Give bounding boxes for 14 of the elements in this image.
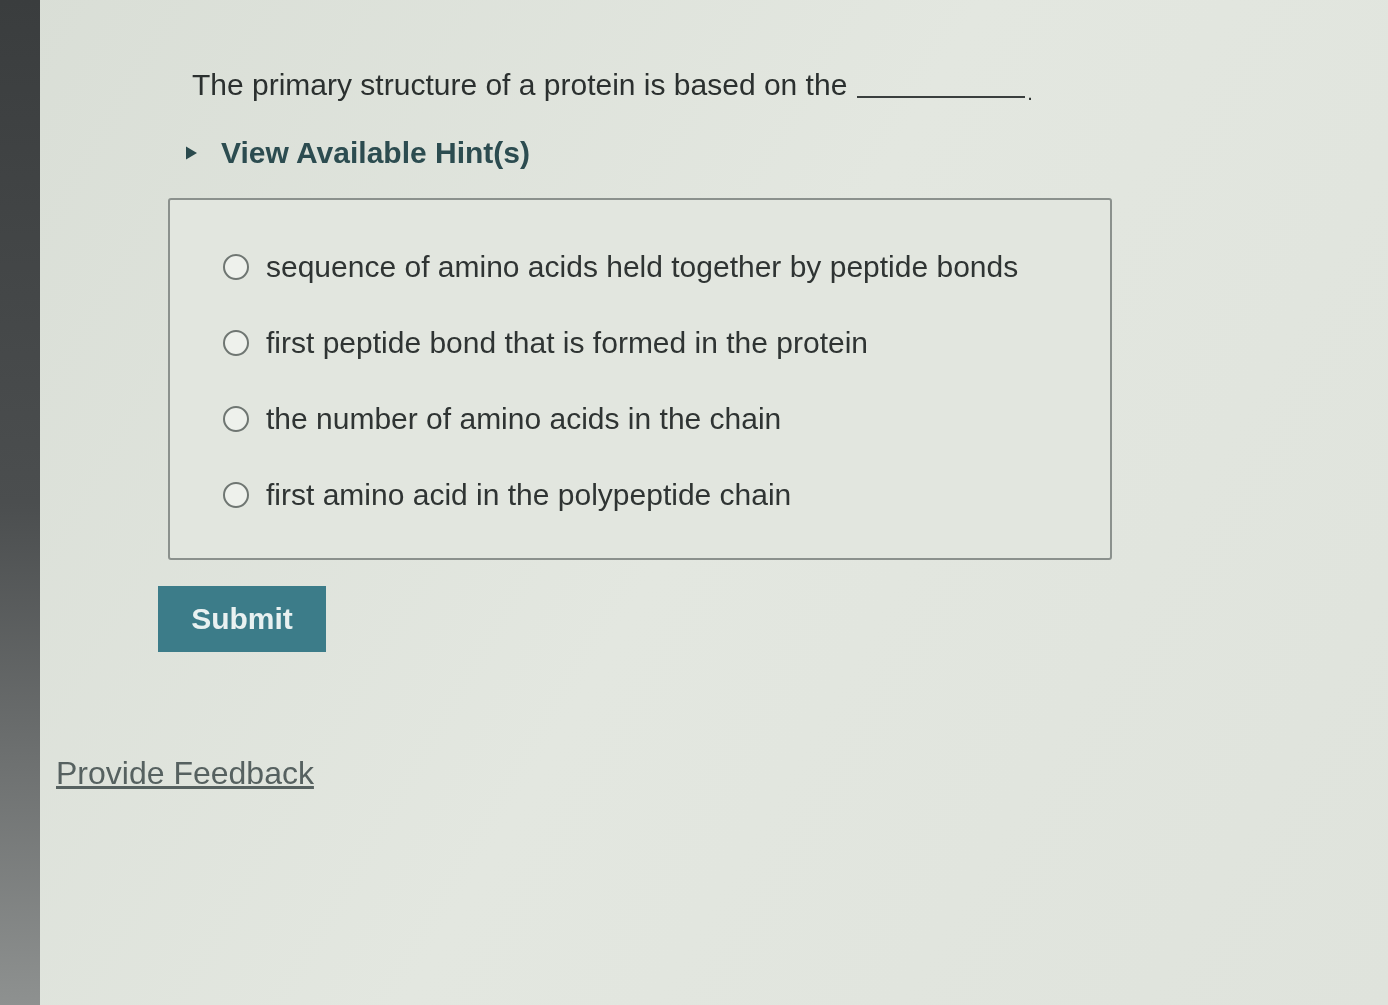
hints-link[interactable]: View Available Hint(s) [221,134,530,172]
caret-right-icon[interactable] [186,146,197,160]
radio-button[interactable] [222,405,250,433]
option-label[interactable]: first amino acid in the polypeptide chain [266,474,792,516]
question-period: . [1027,82,1033,104]
option-label[interactable]: sequence of amino acids held together by peptide bonds [266,246,1019,288]
radio-button[interactable] [222,481,250,509]
submit-button[interactable]: Submit [158,586,326,652]
question-text: The primary structure of a protein is based on the [192,67,848,103]
option-label[interactable]: the number of amino acids in the chain [266,398,782,440]
radio-button[interactable] [222,329,250,357]
radio-button[interactable] [222,253,250,281]
feedback-link[interactable]: Provide Feedback [56,752,314,794]
option-label[interactable]: first peptide bond that is formed in the protein [266,322,869,364]
